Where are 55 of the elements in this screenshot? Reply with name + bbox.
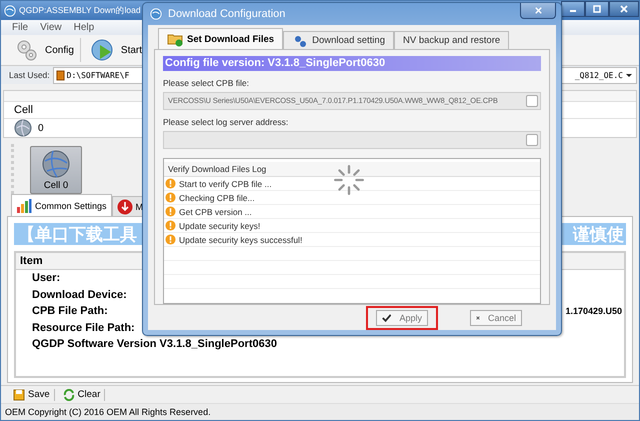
dialog-button[interactable]: Apply bbox=[376, 310, 428, 326]
status-text: OEM Copyright (C) 2016 OEM All Rights Reserved. bbox=[5, 407, 211, 417]
table-cell: 0 bbox=[38, 122, 44, 134]
menu-item[interactable]: File bbox=[12, 22, 28, 33]
field-label: Please select log server address: bbox=[163, 117, 290, 127]
field-label: Please select CPB file: bbox=[163, 78, 250, 88]
globe-icon bbox=[150, 8, 162, 20]
close-button[interactable] bbox=[609, 1, 639, 17]
window-title: QGDP:ASSEMBLY Down的load bbox=[19, 4, 141, 16]
tab[interactable]: NV backup and restore bbox=[394, 31, 510, 49]
menu-item[interactable]: Help bbox=[74, 22, 94, 33]
globe-icon bbox=[41, 149, 71, 179]
close-icon bbox=[619, 4, 629, 14]
toolbar-button[interactable]: Config bbox=[15, 38, 81, 62]
toolbar-button[interactable]: Save bbox=[9, 388, 55, 400]
row-label: CPB File Path: bbox=[32, 305, 108, 318]
maximize-button[interactable] bbox=[585, 1, 609, 17]
checkmark-icon bbox=[382, 312, 392, 324]
banner-text: 【单口下载工具 bbox=[18, 224, 137, 246]
log-entry: Start to verify CPB file ... bbox=[179, 178, 272, 188]
version-banner: Config file version: V3.1.8_SinglePort0630 bbox=[163, 56, 541, 71]
tab[interactable]: Set Download Files bbox=[158, 28, 284, 49]
column-header: Verify Download Files Log bbox=[164, 162, 540, 177]
last-used-label: Last Used: bbox=[9, 70, 50, 80]
globe-icon bbox=[14, 119, 32, 137]
file-icon bbox=[56, 70, 65, 80]
log-entry: Checking CPB file... bbox=[179, 192, 255, 202]
dialog-button[interactable]: Cancel bbox=[470, 310, 522, 326]
tab[interactable]: Download setting bbox=[283, 31, 394, 49]
globe-icon bbox=[4, 4, 16, 16]
loading-spinner-icon bbox=[332, 163, 366, 197]
maximize-icon bbox=[592, 4, 602, 14]
dialog-title: Download Configuration bbox=[168, 8, 286, 20]
path-text: D:\SOFTWARE\F bbox=[66, 70, 130, 80]
banner-text: 谨慎使 bbox=[573, 224, 624, 246]
dropdown-arrow-icon bbox=[625, 71, 633, 79]
log-entry: Update security keys successful! bbox=[179, 234, 302, 244]
play-icon bbox=[90, 38, 115, 62]
toolbar-button[interactable]: Clear bbox=[58, 388, 106, 400]
row-label: QGDP Software Version V3.1.8_SinglePort0630 bbox=[32, 338, 277, 350]
row-label: Download Device: bbox=[32, 288, 127, 301]
cell-tile[interactable]: Cell 0 bbox=[30, 146, 82, 194]
minimize-button[interactable] bbox=[561, 1, 585, 17]
close-button[interactable] bbox=[520, 3, 556, 19]
log-entry: Update security keys! bbox=[179, 220, 260, 230]
refresh-icon bbox=[62, 388, 75, 400]
row-value: 1.170429.U50 bbox=[565, 306, 623, 316]
row-label: Resource File Path: bbox=[32, 322, 135, 334]
log-entry: Get CPB version ... bbox=[179, 206, 252, 216]
row-label: User: bbox=[32, 272, 60, 284]
bar-chart-icon bbox=[16, 198, 32, 214]
menu-item[interactable]: View bbox=[40, 22, 62, 33]
path-text: _Q812_OE.C bbox=[574, 70, 623, 80]
close-icon bbox=[534, 6, 542, 15]
tab[interactable]: Common Settings bbox=[11, 194, 112, 216]
